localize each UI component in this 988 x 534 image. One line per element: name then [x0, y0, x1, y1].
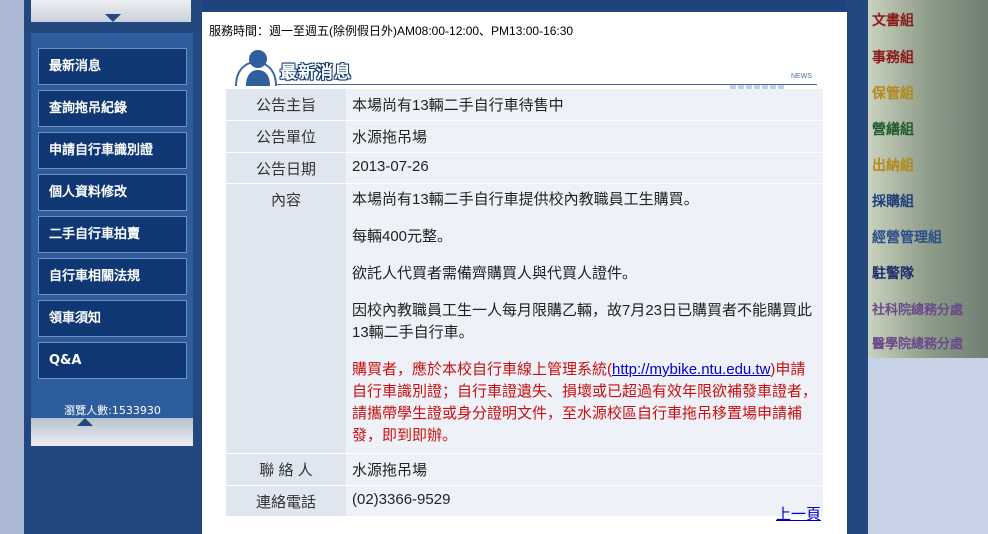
- sidebar-item-latest-news[interactable]: 最新消息: [38, 48, 187, 85]
- main-top-bar: [202, 0, 847, 12]
- phone-label: 連絡電話: [226, 486, 346, 517]
- sidebar-item-profile-edit[interactable]: 個人資料修改: [38, 174, 187, 211]
- content-paragraph-2: 每輛400元整。: [352, 228, 453, 245]
- visitor-count: 瀏覽人數:1533930: [64, 404, 161, 417]
- left-top-tab: [31, 0, 191, 22]
- right-nav-campus-police[interactable]: 駐警隊: [872, 263, 914, 283]
- content-label: 內容: [226, 184, 346, 454]
- right-divider-strip: [847, 0, 868, 534]
- subject-label: 公告主旨: [226, 89, 346, 121]
- unit-value: 水源拖吊場: [346, 121, 823, 153]
- section-title: 最新消息: [280, 63, 352, 82]
- table-row: 聯 絡 人 水源拖吊場: [226, 454, 823, 486]
- left-bottom-tab: [31, 418, 193, 446]
- sidebar-item-bike-id-application[interactable]: 申請自行車識別證: [38, 132, 187, 169]
- news-tag: NEWS: [791, 73, 812, 80]
- right-nav-property[interactable]: 保管組: [872, 83, 914, 103]
- right-nav-procurement[interactable]: 採購組: [872, 191, 914, 211]
- contact-value: 水源拖吊場: [346, 454, 823, 486]
- sidebar-item-used-bike-auction[interactable]: 二手自行車拍賣: [38, 216, 187, 253]
- news-person-icon: [235, 50, 277, 86]
- content-paragraph-4: 因校內教職員工生一人每月限購乙輛，故7月23日已購買者不能購買此13輛二手自行車…: [352, 302, 813, 341]
- right-nav-operations[interactable]: 經營管理組: [872, 227, 942, 247]
- sidebar-item-qa[interactable]: Q&A: [38, 342, 187, 379]
- announcement-table: 公告主旨 本場尚有13輛二手自行車待售中 公告單位 水源拖吊場 公告日期 201…: [226, 89, 823, 517]
- notice-text-before: 購買者，應於本校自行車線上管理系統(: [352, 361, 612, 378]
- content-paragraph-1: 本場尚有13輛二手自行車提供校內教職員工生購買。: [352, 191, 699, 208]
- table-row: 內容 本場尚有13輛二手自行車提供校內教職員工生購買。 每輛400元整。 欲託人…: [226, 184, 823, 454]
- purchase-notice: 購買者，應於本校自行車線上管理系統(http://mybike.ntu.edu.…: [352, 359, 817, 447]
- date-value: 2013-07-26: [346, 153, 823, 184]
- header-divider: [277, 84, 817, 85]
- right-bottom-area: [868, 358, 988, 534]
- right-nav-secretariat[interactable]: 文書組: [872, 10, 914, 30]
- table-row: 連絡電話 (02)3366-9529: [226, 486, 823, 517]
- sidebar-item-pickup-notice[interactable]: 領車須知: [38, 300, 187, 337]
- content-paragraph-3: 欲託人代買者需備齊購買人與代買人證件。: [352, 265, 638, 282]
- table-row: 公告日期 2013-07-26: [226, 153, 823, 184]
- content-value: 本場尚有13輛二手自行車提供校內教職員工生購買。 每輛400元整。 欲託人代買者…: [346, 184, 823, 454]
- table-row: 公告單位 水源拖吊場: [226, 121, 823, 153]
- phone-value: (02)3366-9529: [346, 486, 823, 517]
- contact-label: 聯 絡 人: [226, 454, 346, 486]
- sidebar-item-bike-regulations[interactable]: 自行車相關法規: [38, 258, 187, 295]
- unit-label: 公告單位: [226, 121, 346, 153]
- sidebar-item-tow-records[interactable]: 查詢拖吊紀錄: [38, 90, 187, 127]
- right-nav-construction[interactable]: 營繕組: [872, 119, 914, 139]
- right-nav-medicine-office[interactable]: 醫學院總務分處: [872, 333, 963, 352]
- table-row: 公告主旨 本場尚有13輛二手自行車待售中: [226, 89, 823, 121]
- right-nav-general-affairs[interactable]: 事務組: [872, 47, 914, 67]
- right-nav-social-sciences-office[interactable]: 社科院總務分處: [872, 299, 963, 318]
- mybike-link[interactable]: http://mybike.ntu.edu.tw: [612, 361, 770, 378]
- date-label: 公告日期: [226, 153, 346, 184]
- right-nav-cashier[interactable]: 出納組: [872, 155, 914, 175]
- news-section-header: 最新消息 NEWS: [232, 48, 820, 89]
- prev-page-link[interactable]: 上一頁: [776, 503, 821, 524]
- subject-value: 本場尚有13輛二手自行車待售中: [346, 89, 823, 121]
- service-hours: 服務時間：週一至週五(除例假日外)AM08:00-12:00、PM13:00-1…: [209, 24, 574, 38]
